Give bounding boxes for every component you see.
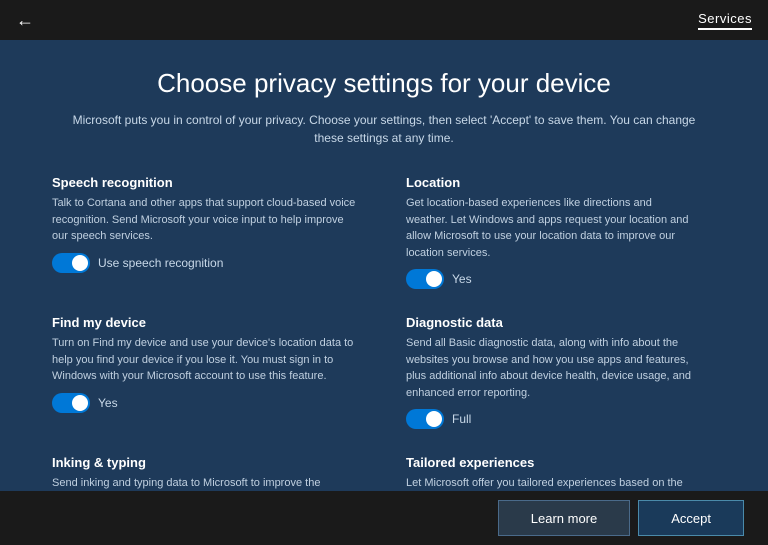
settings-scroll[interactable]: Speech recognition Talk to Cortana and ot… (16, 163, 752, 491)
setting-desc-speech-recognition: Talk to Cortana and other apps that supp… (52, 195, 358, 245)
toggle-label-find-my-device: Yes (98, 396, 118, 410)
page-subtitle: Microsoft puts you in control of your pr… (60, 111, 708, 147)
setting-desc-inking-typing: Send inking and typing data to Microsoft… (52, 475, 358, 491)
footer: Learn more Accept (0, 491, 768, 545)
setting-item-speech-recognition: Speech recognition Talk to Cortana and ot… (52, 163, 382, 303)
toggle-label-location: Yes (452, 272, 472, 286)
setting-item-location: Location Get location-based experiences l… (382, 163, 712, 303)
toggle-find-my-device[interactable] (52, 393, 90, 413)
settings-grid: Speech recognition Talk to Cortana and ot… (16, 163, 748, 491)
toggle-row-speech-recognition: Use speech recognition (52, 253, 358, 273)
setting-item-find-my-device: Find my device Turn on Find my device and… (52, 303, 382, 443)
setting-title-location: Location (406, 175, 692, 190)
toggle-speech-recognition[interactable] (52, 253, 90, 273)
toggle-label-diagnostic-data: Full (452, 412, 471, 426)
settings-area: Speech recognition Talk to Cortana and ot… (0, 163, 768, 491)
setting-desc-location: Get location-based experiences like dire… (406, 195, 692, 261)
setting-title-find-my-device: Find my device (52, 315, 358, 330)
setting-title-inking-typing: Inking & typing (52, 455, 358, 470)
setting-item-diagnostic-data: Diagnostic data Send all Basic diagnostic… (382, 303, 712, 443)
toggle-label-speech-recognition: Use speech recognition (98, 256, 223, 270)
setting-title-tailored-experiences: Tailored experiences (406, 455, 692, 470)
setting-desc-find-my-device: Turn on Find my device and use your devi… (52, 335, 358, 385)
toggle-row-location: Yes (406, 269, 692, 289)
setting-desc-diagnostic-data: Send all Basic diagnostic data, along wi… (406, 335, 692, 401)
learn-more-button[interactable]: Learn more (498, 500, 630, 536)
toggle-diagnostic-data[interactable] (406, 409, 444, 429)
setting-item-inking-typing: Inking & typing Send inking and typing da… (52, 443, 382, 491)
title-bar: ← Services (0, 0, 768, 40)
main-content: Choose privacy settings for your device … (0, 40, 768, 545)
toggle-row-diagnostic-data: Full (406, 409, 692, 429)
setting-title-diagnostic-data: Diagnostic data (406, 315, 692, 330)
toggle-location[interactable] (406, 269, 444, 289)
setting-item-tailored-experiences: Tailored experiences Let Microsoft offer … (382, 443, 712, 491)
title-bar-title: Services (698, 11, 752, 30)
header-section: Choose privacy settings for your device … (0, 40, 768, 163)
accept-button[interactable]: Accept (638, 500, 744, 536)
setting-title-speech-recognition: Speech recognition (52, 175, 358, 190)
back-button[interactable]: ← (16, 10, 34, 31)
toggle-row-find-my-device: Yes (52, 393, 358, 413)
setting-desc-tailored-experiences: Let Microsoft offer you tailored experie… (406, 475, 692, 491)
page-title: Choose privacy settings for your device (60, 68, 708, 99)
